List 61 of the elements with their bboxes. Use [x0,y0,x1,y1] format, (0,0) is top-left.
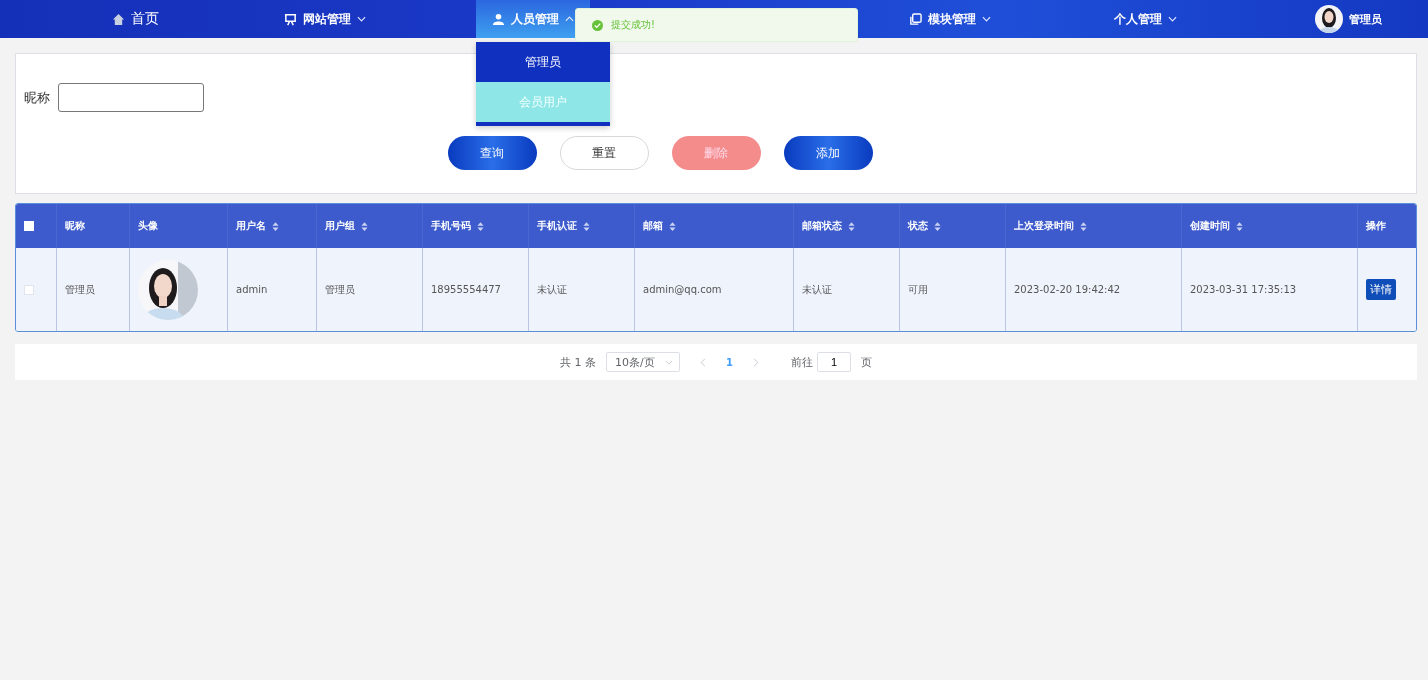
table-cell: admin [236,284,268,295]
chevron-down-icon [665,359,673,365]
board-icon [284,12,297,26]
input-field[interactable] [58,83,204,112]
user-icon [492,12,505,26]
nav-item[interactable]: 网站管理 [230,0,420,38]
table-cell: 18955554477 [431,284,501,295]
column-header: 上次登录时间 [1014,219,1074,233]
action-button[interactable]: 添加 [783,136,873,170]
nav-item[interactable]: 首页 [40,0,230,38]
checkbox[interactable] [24,284,34,295]
sort-icon[interactable] [848,221,855,231]
column-header: 用户名 [236,219,266,233]
sort-icon[interactable] [361,221,368,231]
column-header: 手机号码 [431,219,471,233]
column-header: 创建时间 [1190,219,1230,233]
action-button[interactable]: 重置 [559,136,649,170]
sort-icon[interactable] [477,221,484,231]
nav-label: 人员管理 [511,10,559,28]
field-label: 昵称 [24,88,50,107]
table-cell: 可用 [908,282,928,297]
column-header: 昵称 [65,219,85,233]
column-header: 状态 [908,219,928,233]
sort-icon[interactable] [669,221,676,231]
table-cell: admin@qq.com [643,284,722,295]
sort-icon[interactable] [272,221,279,231]
table-cell: 2023-03-31 17:35:13 [1190,284,1297,295]
column-header: 用户组 [325,219,355,233]
column-header: 手机认证 [537,219,577,233]
sort-icon[interactable] [934,221,941,231]
column-header: 操作 [1366,219,1386,233]
user-name: 管理员 [1349,11,1382,27]
column-header: 头像 [138,219,158,233]
nav-label: 网站管理 [303,10,351,28]
table-cell: 2023-02-20 19:42:42 [1014,284,1121,295]
sort-icon[interactable] [1080,221,1087,231]
menu-item[interactable]: 管理员 [476,42,610,82]
table-cell: 管理员 [65,282,95,297]
toast-text: 提交成功! [611,18,655,32]
sort-icon[interactable] [583,221,590,231]
detail-button[interactable]: 详情 [1366,279,1396,300]
total-count: 共 1 条 [560,354,596,370]
nav-item[interactable]: 个人管理 [1050,0,1240,38]
copy-icon [909,12,922,26]
table-cell: 管理员 [325,282,355,297]
nav-item[interactable]: 模块管理 [855,0,1045,38]
page-size-select[interactable]: 10条/页 [606,352,680,372]
home-icon [111,12,125,26]
nav-label: 个人管理 [1113,10,1162,28]
page-unit: 页 [861,354,872,370]
success-icon [592,19,603,31]
table-cell: 未认证 [537,282,567,297]
column-header: 邮箱状态 [802,219,842,233]
goto-label: 前往 [791,354,813,370]
sort-icon[interactable] [1236,221,1243,231]
nav-label: 模块管理 [928,10,976,28]
column-header: 邮箱 [643,219,663,233]
nav-label: 首页 [130,10,159,28]
table-cell: 未认证 [802,282,832,297]
action-button[interactable]: 查询 [447,136,537,170]
page-input[interactable]: 1 [817,352,851,372]
